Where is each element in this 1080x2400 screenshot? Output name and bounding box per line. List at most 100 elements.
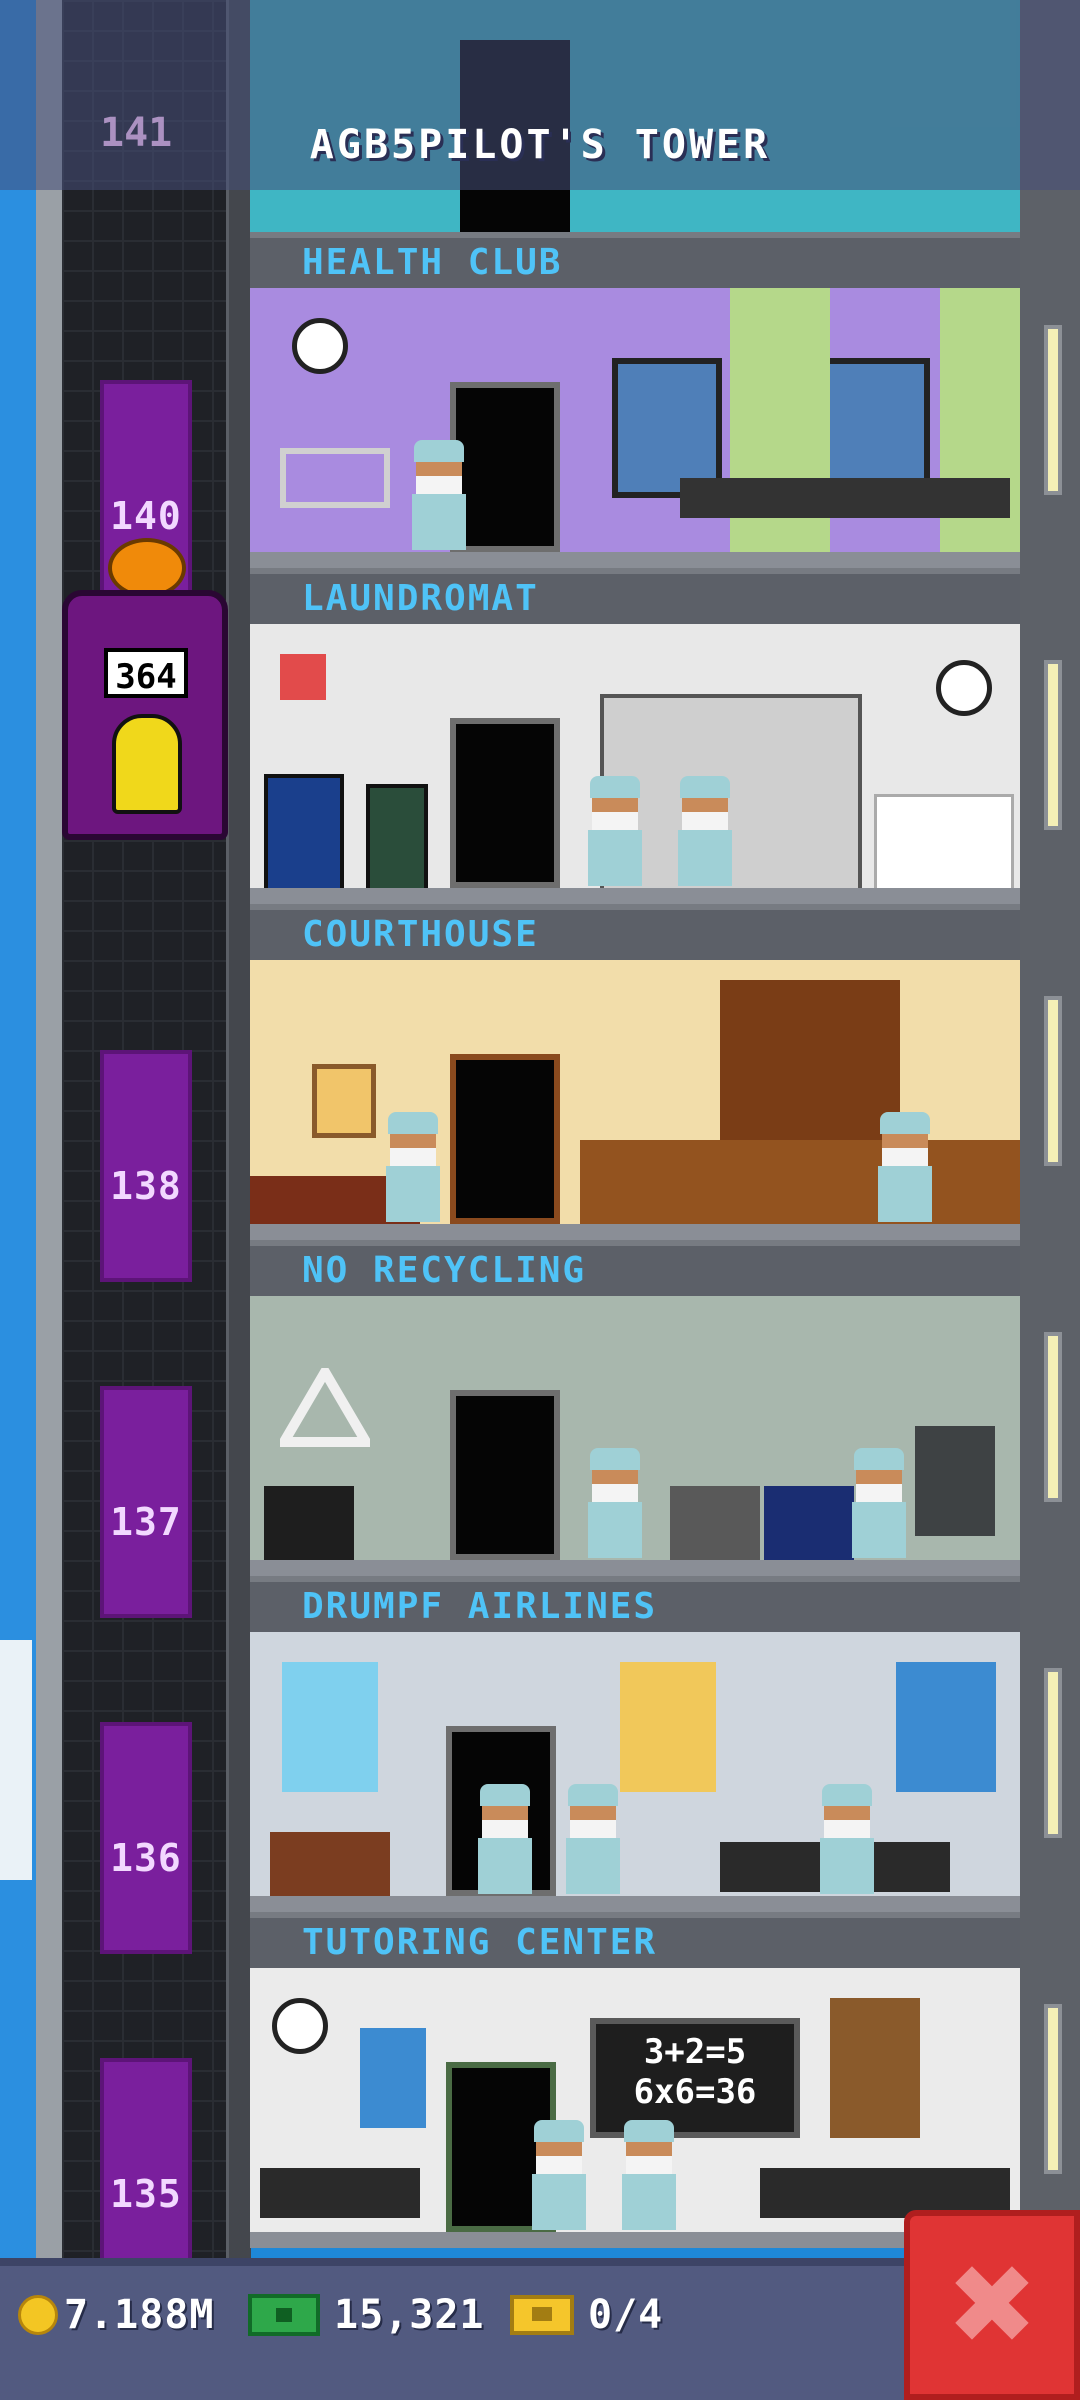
wall-accent	[730, 288, 830, 560]
room: 3+2=5 6x6=36	[250, 1968, 1020, 2240]
trash-bin	[670, 1486, 760, 1568]
floor-slab	[250, 1224, 1020, 1240]
brochure-rack	[270, 1832, 390, 1904]
trash-bin	[264, 1486, 354, 1568]
room	[250, 960, 1020, 1232]
coins-counter[interactable]: 7.188M	[18, 2292, 215, 2338]
recycle-icon	[275, 1362, 375, 1448]
floor-number: 140	[110, 494, 182, 538]
x-icon: ✖	[945, 2241, 1039, 2369]
ticket-icon	[510, 2295, 574, 2335]
desk	[260, 2168, 420, 2218]
arcade-machine	[264, 774, 344, 894]
worker[interactable]	[384, 1112, 442, 1222]
cloud	[0, 1640, 32, 1880]
bux-counter[interactable]: 15,321	[248, 2292, 485, 2338]
worker[interactable]	[620, 2120, 678, 2230]
floor-name: DRUMPF AIRLINES	[302, 1586, 658, 1627]
room	[250, 288, 1020, 560]
floor-sign: HEALTH CLUB	[250, 232, 1020, 288]
tower-title: AGB5PILOT'S TOWER	[309, 122, 771, 168]
clock-icon	[936, 660, 992, 716]
chalkboard-line: 6x6=36	[633, 2072, 757, 2112]
framed-certificate	[312, 1064, 376, 1138]
window	[820, 358, 930, 498]
floor-tutoring-center[interactable]: TUTORING CENTER 3+2=5 6x6=36	[250, 1912, 1020, 2248]
worker[interactable]	[586, 776, 644, 886]
no-sign-icon	[280, 654, 326, 700]
tickets-value: 0/4	[588, 2292, 664, 2338]
floor-number-panel: 135	[100, 2058, 192, 2290]
floor-number: 137	[110, 1500, 182, 1544]
tower-edge	[36, 0, 62, 2400]
door	[450, 718, 560, 888]
floor-name: COURTHOUSE	[302, 914, 539, 955]
elevator-rider	[112, 714, 182, 814]
coins-value: 7.188M	[64, 2292, 215, 2338]
floor-name: NO RECYCLING	[302, 1250, 587, 1291]
pumpkin-icon	[108, 538, 186, 598]
window-light	[1044, 660, 1062, 830]
worker[interactable]	[476, 1784, 534, 1894]
weight-bench	[280, 448, 390, 508]
floor-no-recycling[interactable]: NO RECYCLING	[250, 1240, 1020, 1576]
floor-sign: COURTHOUSE	[250, 904, 1020, 960]
cash-icon	[248, 2294, 320, 2336]
window-light	[1044, 1332, 1062, 1502]
chalkboard-line: 3+2=5	[643, 2032, 747, 2072]
elevator-rail	[226, 0, 251, 2400]
vending-machine	[915, 1426, 995, 1536]
treadmills	[680, 478, 1010, 518]
floor-sign: NO RECYCLING	[250, 1240, 1020, 1296]
floor-sign: DRUMPF AIRLINES	[250, 1576, 1020, 1632]
floor-number: 135	[110, 2172, 182, 2216]
floor-slab	[250, 888, 1020, 904]
clock-icon	[292, 318, 348, 374]
judge-bench	[580, 1140, 1020, 1232]
floor-name: TUTORING CENTER	[302, 1922, 658, 1963]
room	[250, 1296, 1020, 1568]
vending-machine	[366, 784, 428, 894]
floor-health-club[interactable]: HEALTH CLUB	[250, 232, 1020, 568]
worker[interactable]	[564, 1784, 622, 1894]
close-button[interactable]: ✖	[904, 2210, 1080, 2400]
room	[250, 624, 1020, 896]
worker[interactable]	[876, 1112, 934, 1222]
clock-icon	[272, 1998, 328, 2054]
floor-number-panel: 136	[100, 1722, 192, 1954]
folding-table	[874, 794, 1014, 894]
apple-poster	[360, 2028, 426, 2128]
window-light	[1044, 1668, 1062, 1838]
elevator-counter: 364	[104, 648, 188, 698]
worker[interactable]	[818, 1784, 876, 1894]
poster	[282, 1662, 378, 1792]
elevator-car[interactable]: 364	[62, 590, 228, 840]
window-light	[1044, 325, 1062, 495]
floor-slab	[250, 1896, 1020, 1912]
window-light	[1044, 996, 1062, 1166]
bookshelf	[830, 1998, 920, 2138]
worker[interactable]	[586, 1448, 644, 1558]
floor-courthouse[interactable]: COURTHOUSE	[250, 904, 1020, 1240]
tickets-counter[interactable]: 0/4	[510, 2292, 663, 2338]
door	[450, 1390, 560, 1560]
floor-number: 138	[110, 1164, 182, 1208]
worker[interactable]	[530, 2120, 588, 2230]
floor-drumpf-airlines[interactable]: DRUMPF AIRLINES	[250, 1576, 1020, 1912]
floor-number-panel: 138	[100, 1050, 192, 1282]
bux-value: 15,321	[334, 2292, 485, 2338]
trash-bin	[764, 1486, 854, 1568]
coin-icon	[18, 2295, 58, 2335]
floor-name: LAUNDROMAT	[302, 578, 539, 619]
floor-laundromat[interactable]: LAUNDROMAT	[250, 568, 1020, 904]
poster	[896, 1662, 996, 1792]
floor-sign: TUTORING CENTER	[250, 1912, 1020, 1968]
floor-number: 136	[110, 1836, 182, 1880]
floor-sign: LAUNDROMAT	[250, 568, 1020, 624]
poster	[620, 1662, 716, 1792]
floor-name: HEALTH CLUB	[302, 242, 563, 283]
worker[interactable]	[410, 440, 468, 550]
worker[interactable]	[850, 1448, 908, 1558]
room	[250, 1632, 1020, 1904]
worker[interactable]	[676, 776, 734, 886]
